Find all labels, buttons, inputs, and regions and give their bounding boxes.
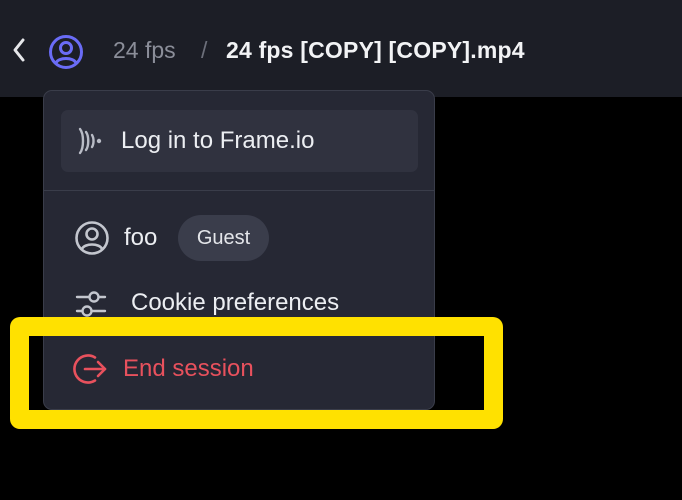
breadcrumb-parent-link[interactable]: 24 fps [113, 35, 176, 65]
guest-badge: Guest [178, 215, 269, 261]
account-dropdown-menu: Log in to Frame.io foo Guest Cookie pref… [43, 90, 435, 410]
user-avatar-button[interactable] [46, 32, 86, 72]
user-circle-icon [49, 35, 83, 69]
top-bar: 24 fps / 24 fps [COPY] [COPY].mp4 [0, 0, 682, 97]
menu-divider [44, 190, 434, 191]
cookie-preferences-menu-item[interactable]: Cookie preferences [44, 281, 434, 327]
end-session-menu-item[interactable]: End session [44, 345, 434, 393]
frameio-logo-icon [78, 127, 102, 155]
end-session-label: End session [123, 355, 254, 382]
logout-icon [73, 354, 107, 384]
chevron-left-icon [13, 38, 25, 62]
login-label: Log in to Frame.io [121, 127, 315, 154]
login-frameio-menu-item[interactable]: Log in to Frame.io [61, 110, 418, 172]
user-circle-icon [75, 221, 109, 255]
breadcrumb-current-file: 24 fps [COPY] [COPY].mp4 [226, 37, 525, 63]
back-button[interactable] [6, 34, 32, 66]
current-user-row: foo Guest [44, 211, 434, 265]
breadcrumb-separator: / [201, 37, 208, 63]
cookie-preferences-label: Cookie preferences [131, 289, 340, 316]
user-name: foo [124, 224, 158, 251]
sliders-icon [75, 291, 107, 317]
